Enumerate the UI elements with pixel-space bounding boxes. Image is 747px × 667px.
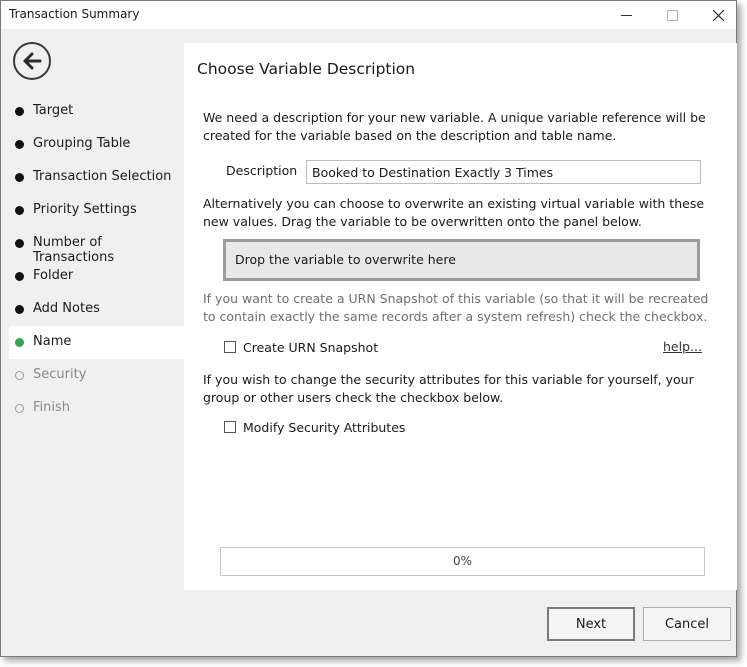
back-button[interactable]: [13, 42, 51, 80]
window-title: Transaction Summary: [9, 7, 140, 21]
step-label: Priority Settings: [33, 202, 137, 217]
step-complete-dot-icon: [15, 107, 24, 116]
step-finish: Finish: [9, 392, 184, 425]
step-add-notes[interactable]: Add Notes: [9, 293, 184, 326]
security-attributes-label: Modify Security Attributes: [243, 419, 406, 435]
back-arrow-icon: [23, 52, 42, 70]
step-complete-dot-icon: [15, 272, 24, 281]
step-grouping-table[interactable]: Grouping Table: [9, 128, 184, 161]
maximize-button[interactable]: [649, 1, 695, 29]
close-icon: [712, 9, 724, 21]
step-pending-dot-icon: [15, 371, 24, 380]
title-bar: Transaction Summary: [1, 1, 736, 29]
step-folder[interactable]: Folder: [9, 260, 184, 293]
step-label: Finish: [33, 400, 71, 415]
step-complete-dot-icon: [15, 239, 24, 248]
step-name[interactable]: Name: [9, 326, 184, 359]
minimize-icon: [620, 14, 632, 16]
minimize-button[interactable]: [603, 1, 649, 29]
step-transaction-selection[interactable]: Transaction Selection: [9, 161, 184, 194]
step-label: Name: [33, 334, 72, 349]
step-priority-settings[interactable]: Priority Settings: [9, 194, 184, 227]
step-number-of-transactions[interactable]: Number of Transactions: [9, 227, 184, 265]
overwrite-text: Alternatively you can choose to overwrit…: [203, 196, 705, 229]
intro-text: We need a description for your new varia…: [203, 110, 706, 143]
step-label: Security: [33, 367, 87, 382]
step-label: Add Notes: [33, 301, 100, 316]
description-input[interactable]: Booked to Destination Exactly 3 Times: [306, 160, 701, 184]
security-attributes-checkbox[interactable]: [224, 421, 236, 433]
overwrite-drop-zone[interactable]: Drop the variable to overwrite here: [223, 239, 700, 281]
urn-snapshot-option[interactable]: Create URN Snapshot: [224, 339, 378, 355]
urn-snapshot-text: If you want to create a URN Snapshot of …: [203, 291, 709, 324]
step-label: Grouping Table: [33, 136, 131, 151]
wizard-window: Transaction Summary Target Grouping Tabl…: [0, 0, 737, 657]
step-active-dot-icon: [15, 338, 24, 347]
next-button[interactable]: Next: [547, 607, 635, 641]
maximize-icon: [666, 9, 678, 21]
progress-bar: 0%: [220, 547, 705, 576]
content-panel: Choose Variable Description We need a de…: [184, 43, 737, 590]
description-label: Description: [226, 163, 298, 178]
page-title: Choose Variable Description: [197, 60, 416, 78]
step-complete-dot-icon: [15, 305, 24, 314]
step-complete-dot-icon: [15, 206, 24, 215]
progress-label: 0%: [452, 554, 473, 568]
step-label: Folder: [33, 268, 74, 283]
security-text: If you wish to change the security attri…: [203, 372, 694, 405]
step-pending-dot-icon: [15, 404, 24, 413]
urn-snapshot-checkbox[interactable]: [224, 341, 236, 353]
step-security: Security: [9, 359, 184, 392]
step-complete-dot-icon: [15, 173, 24, 182]
step-label: Target: [33, 103, 74, 118]
security-attributes-option[interactable]: Modify Security Attributes: [224, 419, 405, 435]
wizard-steps: Target Grouping Table Transaction Select…: [9, 95, 184, 425]
step-complete-dot-icon: [15, 140, 24, 149]
help-link[interactable]: help...: [663, 339, 702, 354]
step-label: Transaction Selection: [33, 169, 172, 184]
close-button[interactable]: [695, 1, 741, 29]
urn-snapshot-label: Create URN Snapshot: [243, 339, 379, 355]
step-target[interactable]: Target: [9, 95, 184, 128]
cancel-button[interactable]: Cancel: [643, 607, 731, 641]
